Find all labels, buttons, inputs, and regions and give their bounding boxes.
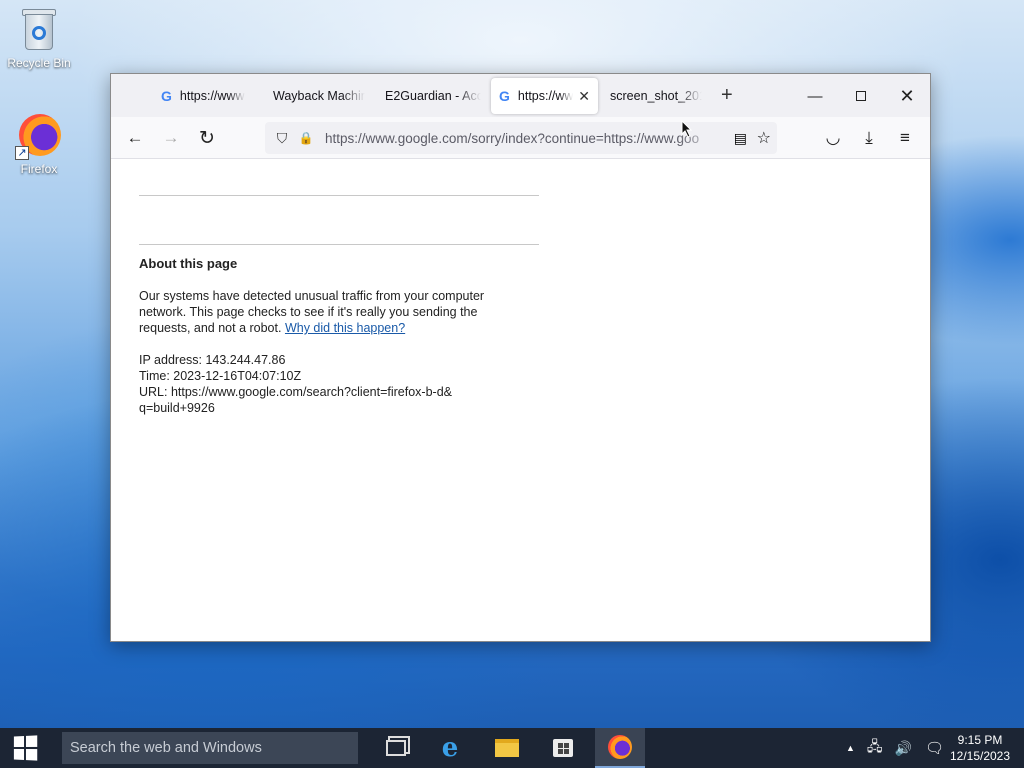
tab-wayback-machine[interactable]: Wayback Machin [265, 78, 373, 114]
tracking-shield-icon[interactable]: ⛉ [271, 130, 293, 147]
firefox-taskbar-button[interactable] [595, 728, 645, 768]
tab-e2guardian[interactable]: E2Guardian - Acc [377, 78, 489, 114]
network-icon[interactable]: 🖧 [867, 736, 883, 760]
taskbar: Search the web and Windows e ▲ 🖧 🔊 🗨 9:1… [0, 728, 1024, 768]
taskbar-search-box[interactable]: Search the web and Windows [62, 732, 358, 764]
divider [139, 244, 539, 245]
url-text[interactable]: https://www.google.com/sorry/index?conti… [325, 131, 717, 146]
recycle-bin-label: Recycle Bin [7, 56, 71, 70]
maximize-button[interactable] [847, 82, 875, 110]
lock-icon[interactable]: 🔒 [295, 131, 317, 145]
request-details: IP address: 143.244.47.86 Time: 2023-12-… [139, 352, 452, 416]
navigation-toolbar: ← → ↻ ⛉ 🔒 https://www.google.com/sorry/i… [111, 117, 930, 159]
request-url-continued: q=build+9926 [139, 401, 215, 415]
tab-label: E2Guardian - Acc [385, 89, 481, 103]
start-button[interactable] [0, 728, 50, 768]
firefox-icon: ↗ [15, 112, 63, 160]
clock-date: 12/15/2023 [949, 749, 1011, 763]
firefox-window: G https://www Wayback Machin E2Guardian … [110, 73, 931, 642]
url-bar[interactable]: ⛉ 🔒 https://www.google.com/sorry/index?c… [265, 122, 777, 154]
app-menu-button[interactable]: ≡ [891, 124, 919, 152]
tab-close-icon[interactable]: ✕ [574, 88, 590, 105]
ip-address: IP address: 143.244.47.86 [139, 353, 286, 367]
task-view-button[interactable] [371, 728, 421, 768]
store-button[interactable] [538, 728, 588, 768]
tab-label: Wayback Machin [273, 89, 365, 103]
windows-logo-icon [13, 735, 38, 761]
firefox-label: Firefox [20, 162, 58, 176]
back-button[interactable]: ← [121, 124, 149, 152]
tab-bar: G https://www Wayback Machin E2Guardian … [111, 74, 930, 117]
firefox-desktop-shortcut[interactable]: ↗ Firefox [1, 112, 77, 176]
internet-explorer-icon: e [441, 733, 459, 763]
tab-google-1[interactable]: G https://www [153, 78, 261, 114]
clock[interactable]: 9:15 PM 12/15/2023 [940, 732, 1020, 764]
clock-time: 9:15 PM [957, 733, 1003, 747]
recycle-bin-icon [15, 6, 63, 54]
request-time: Time: 2023-12-16T04:07:10Z [139, 369, 302, 383]
store-icon [553, 739, 573, 757]
request-url: URL: https://www.google.com/search?clien… [139, 385, 452, 399]
why-did-this-happen-link[interactable]: Why did this happen? [285, 321, 405, 335]
tab-label: https://www [517, 89, 573, 103]
about-heading: About this page [139, 256, 238, 271]
bookmark-star-icon[interactable]: ☆ [757, 128, 771, 148]
page-content: About this page Our systems have detecte… [111, 159, 930, 641]
file-explorer-button[interactable] [482, 728, 532, 768]
downloads-button[interactable]: ⤓ [855, 124, 883, 152]
recycle-bin-shortcut[interactable]: Recycle Bin [1, 6, 77, 70]
internet-explorer-button[interactable]: e [425, 728, 475, 768]
google-icon: G [499, 88, 510, 104]
tab-google-active[interactable]: G https://www ✕ [491, 78, 598, 114]
unusual-traffic-message: Our systems have detected unusual traffi… [139, 288, 529, 336]
pocket-button[interactable]: ◡ [819, 124, 847, 152]
task-view-icon [386, 740, 406, 756]
reader-view-icon[interactable]: ▤ [734, 130, 747, 147]
folder-icon [495, 739, 519, 757]
tab-screenshot[interactable]: screen_shot_2015 [602, 78, 710, 114]
shortcut-arrow-icon: ↗ [15, 146, 29, 160]
maximize-icon [856, 91, 866, 101]
firefox-icon [608, 735, 632, 759]
forward-button[interactable]: → [157, 124, 185, 152]
system-tray: ▲ 🖧 🔊 [846, 728, 924, 768]
close-window-button[interactable]: ✕ [893, 82, 921, 110]
volume-icon[interactable]: 🔊 [895, 740, 912, 757]
new-tab-button[interactable]: + [721, 84, 733, 106]
reload-button[interactable]: ↻ [193, 124, 221, 152]
show-hidden-icons-icon[interactable]: ▲ [846, 743, 855, 753]
minimize-button[interactable]: — [801, 82, 829, 110]
mouse-cursor-icon [681, 119, 693, 138]
google-icon: G [161, 88, 172, 104]
tab-label: https://www [179, 89, 245, 103]
divider [139, 195, 539, 196]
tab-label: screen_shot_2015 [610, 89, 702, 103]
